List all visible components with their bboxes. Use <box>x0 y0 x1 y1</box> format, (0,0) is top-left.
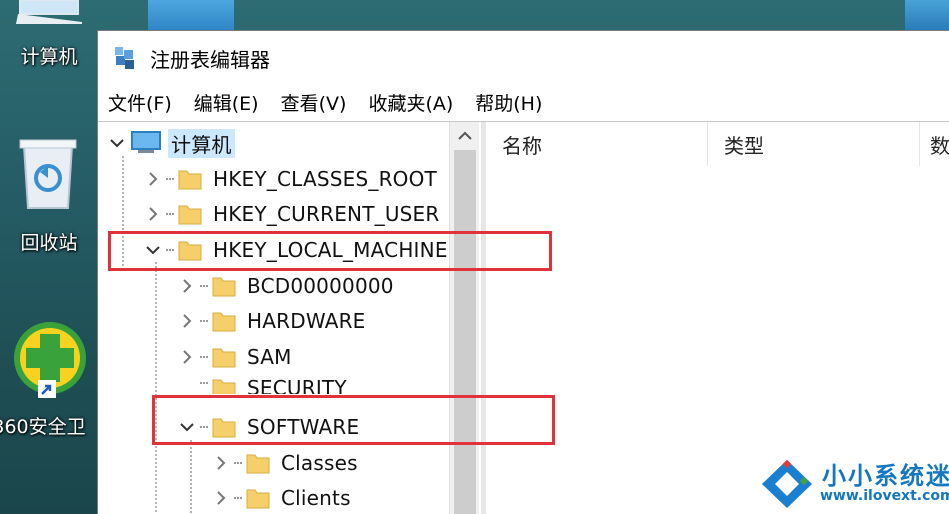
chevron-up-icon <box>458 131 472 140</box>
tree-item-label: SECURITY <box>247 376 347 394</box>
desktop-icon-partial-top-right[interactable] <box>905 0 949 30</box>
folder-icon <box>178 205 202 225</box>
menu-favorites[interactable]: 收藏夹(A) <box>368 89 453 116</box>
tree-item-label: SAM <box>247 345 292 369</box>
tree-item-sam[interactable]: SAM <box>178 340 295 374</box>
watermark-logo-icon <box>762 459 812 508</box>
menu-file[interactable]: 文件(F) <box>108 89 172 116</box>
tree-connector <box>234 462 242 464</box>
column-header-name[interactable]: 名称 <box>486 122 708 166</box>
tree-item-label: BCD00000000 <box>247 274 394 298</box>
highlight-box-software <box>152 395 555 445</box>
chevron-right-icon[interactable] <box>212 454 230 472</box>
watermark-url: www.ilovext.com <box>820 488 949 504</box>
registry-tree[interactable]: 计算机 HKEY_CLASSES_ROOT HKEY_CURRENT_USER <box>98 122 479 514</box>
tree-item-hardware[interactable]: HARDWARE <box>178 304 369 338</box>
tree-item-hkey-classes-root[interactable]: HKEY_CLASSES_ROOT <box>144 162 440 196</box>
folder-icon <box>212 312 236 332</box>
menu-view[interactable]: 查看(V) <box>281 89 347 116</box>
tree-connector <box>166 213 174 215</box>
chevron-right-icon[interactable] <box>144 205 162 223</box>
column-header-type[interactable]: 类型 <box>708 122 920 166</box>
desktop-icon-label: 计算机 <box>20 46 78 68</box>
watermark: 小小系统迷 www.ilovext.com <box>758 456 949 512</box>
folder-icon <box>246 489 270 509</box>
title-bar[interactable]: 注册表编辑器 <box>98 31 949 85</box>
scroll-thumb[interactable] <box>454 150 476 514</box>
shortcut-arrow-icon <box>38 380 56 398</box>
tree-item-bcd[interactable]: BCD00000000 <box>178 269 397 303</box>
tree-item-computer[interactable]: 计算机 <box>108 126 235 160</box>
menu-help[interactable]: 帮助(H) <box>475 89 542 116</box>
chevron-right-icon[interactable] <box>178 348 196 366</box>
tree-item-label: HARDWARE <box>247 309 366 333</box>
chevron-space <box>178 372 196 390</box>
chevron-right-icon[interactable] <box>212 489 230 507</box>
highlight-box-hkey-local-machine <box>108 231 552 271</box>
folder-icon <box>212 277 236 297</box>
folder-icon <box>246 454 270 474</box>
registry-editor-icon <box>115 47 134 69</box>
tree-connector <box>200 285 208 287</box>
column-header-data[interactable]: 数 <box>920 122 949 166</box>
tree-item-hkey-current-user[interactable]: HKEY_CURRENT_USER <box>144 197 443 231</box>
tree-item-security[interactable]: SECURITY <box>178 372 350 394</box>
tree-connector <box>200 320 208 322</box>
chevron-right-icon[interactable] <box>178 277 196 295</box>
chevron-right-icon[interactable] <box>178 312 196 330</box>
desktop-icon-recycle-bin[interactable]: 回收站 <box>0 130 97 260</box>
menu-edit[interactable]: 编辑(E) <box>194 89 259 116</box>
folder-icon <box>178 170 202 190</box>
tree-connector <box>200 356 208 358</box>
tree-item-label: Clients <box>281 486 351 510</box>
recycle-bin-icon <box>19 139 77 209</box>
tree-item-label: 计算机 <box>168 128 235 158</box>
chevron-down-icon[interactable] <box>108 134 126 152</box>
tree-guide <box>155 262 157 514</box>
menu-bar: 文件(F) 编辑(E) 查看(V) 收藏夹(A) 帮助(H) <box>98 85 949 119</box>
tree-item-label: Classes <box>281 451 358 475</box>
desktop-icon-computer[interactable]: 计算机 <box>0 0 97 72</box>
desktop-icon-partial-top[interactable] <box>148 0 234 30</box>
tree-item-label: HKEY_CLASSES_ROOT <box>213 167 437 191</box>
desktop-icon-label: 360安全卫 <box>0 416 86 438</box>
watermark-name: 小小系统迷 <box>822 462 949 490</box>
tree-connector <box>166 178 174 180</box>
tree-scrollbar[interactable] <box>449 122 479 514</box>
tree-item-classes[interactable]: Classes <box>212 446 361 480</box>
computer-icon <box>131 131 161 153</box>
tree-connector <box>234 497 242 499</box>
chevron-right-icon[interactable] <box>144 170 162 188</box>
desktop-icon-360[interactable]: 360安全卫 <box>0 312 97 442</box>
tree-item-clients[interactable]: Clients <box>212 481 354 514</box>
tree-connector <box>200 382 208 384</box>
desktop-icon-label: 回收站 <box>20 232 78 254</box>
folder-icon <box>212 379 236 394</box>
folder-icon <box>212 348 236 368</box>
tree-guide <box>190 440 192 514</box>
computer-icon <box>16 0 82 24</box>
scroll-up-button[interactable] <box>450 122 479 150</box>
tree-item-label: HKEY_CURRENT_USER <box>213 202 440 226</box>
window-title: 注册表编辑器 <box>150 47 270 72</box>
